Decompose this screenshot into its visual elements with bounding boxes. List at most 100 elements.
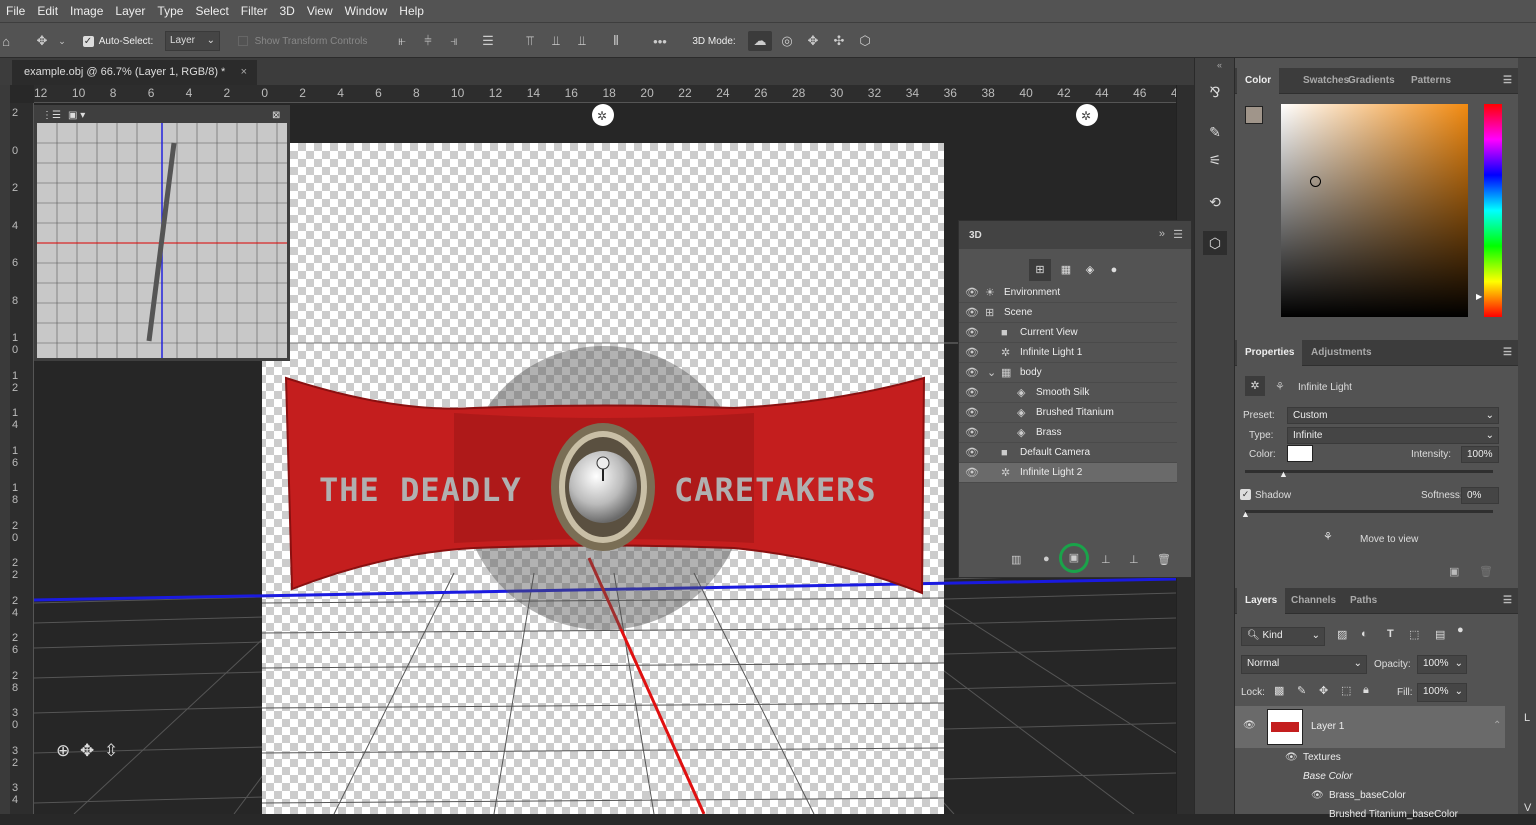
align-center-icon[interactable]: ⫩ — [420, 31, 436, 51]
add-new-object-button[interactable]: ▣ — [1059, 543, 1089, 573]
nav-pan-icon[interactable]: ✥ — [80, 741, 94, 760]
view-menu-icon[interactable]: ⋮☰ — [42, 110, 61, 121]
drag-icon[interactable]: ✥ — [802, 31, 824, 51]
scene-item-environment[interactable]: 👁︎ ☀ Environment — [959, 283, 1177, 303]
render-icon[interactable]: ▥ — [1011, 553, 1021, 566]
tab-gradients[interactable]: Gradients — [1348, 68, 1395, 94]
scene-item-scene[interactable]: 👁︎ ⊞ Scene — [959, 303, 1177, 323]
move-to-view-icon[interactable]: ⚘ — [1323, 530, 1333, 543]
softness-slider-handle[interactable]: ▲ — [1241, 509, 1250, 519]
lights-icon[interactable]: ⊥ — [1129, 553, 1139, 566]
color-field[interactable] — [1281, 104, 1468, 317]
drop-to-ground-icon[interactable]: ⊥ — [1101, 553, 1111, 566]
materials-filter-icon[interactable]: ◈ — [1079, 259, 1101, 281]
tab-patterns[interactable]: Patterns — [1411, 68, 1451, 94]
visibility-eye-icon[interactable]: 👁︎ — [965, 283, 979, 303]
nav-dolly-icon[interactable]: ⇳ — [104, 741, 118, 760]
type-filter-icon[interactable]: T — [1387, 628, 1394, 640]
more-options-button[interactable]: ••• — [648, 31, 672, 51]
slide-icon[interactable]: ✣ — [828, 31, 850, 51]
menu-3d[interactable]: 3D — [273, 0, 300, 22]
visibility-eye-icon[interactable]: 👁︎ — [965, 423, 979, 443]
pixel-filter-icon[interactable]: ▨ — [1337, 628, 1347, 641]
tab-paths[interactable]: Paths — [1350, 588, 1377, 614]
history-icon[interactable]: ⅋ — [1203, 80, 1227, 104]
intensity-input[interactable]: 100% — [1461, 446, 1499, 463]
rotate-icon[interactable]: ⟲ — [1203, 190, 1227, 214]
add-light-icon[interactable]: ● — [1043, 553, 1050, 565]
texture-row-titanium[interactable]: Brushed Titanium_baseColor — [1235, 807, 1505, 825]
scene-item-smooth-silk[interactable]: 👁︎ ◈ Smooth Silk — [959, 383, 1177, 403]
scene-item-default-camera[interactable]: 👁︎ ■ Default Camera — [959, 443, 1177, 463]
align-right-icon[interactable]: ⫣ — [446, 31, 462, 51]
properties-new-icon[interactable]: ▣ — [1449, 565, 1459, 578]
tab-channels[interactable]: Channels — [1291, 588, 1336, 614]
layer-name[interactable]: Layer 1 — [1311, 721, 1344, 732]
tab-layers[interactable]: Layers — [1237, 588, 1286, 614]
menu-edit[interactable]: Edit — [31, 0, 64, 22]
document-tab[interactable]: example.obj @ 66.7% (Layer 1, RGB/8) * × — [12, 60, 257, 85]
foreground-swatch[interactable] — [1245, 106, 1263, 124]
adjustments-icon[interactable]: ⚟ — [1203, 148, 1227, 172]
menu-help[interactable]: Help — [393, 0, 430, 22]
textures-row[interactable]: 👁︎ Textures — [1235, 750, 1505, 768]
lock-position-icon[interactable]: ✥ — [1319, 684, 1328, 697]
tab-swatches[interactable]: Swatches — [1303, 68, 1349, 94]
meshes-filter-icon[interactable]: ▦ — [1055, 259, 1077, 281]
menu-image[interactable]: Image — [64, 0, 109, 22]
texture-row-brass[interactable]: 👁︎ Brass_baseColor — [1235, 788, 1505, 806]
lock-all-icon[interactable]: 🔒︎ — [1363, 684, 1369, 697]
intensity-slider-handle[interactable]: ▲ — [1279, 469, 1288, 479]
filter-toggle-icon[interactable]: ● — [1457, 624, 1464, 636]
delete-icon[interactable]: 🗑 — [1157, 553, 1171, 566]
view-camera-select-icon[interactable]: ▣ ▾ — [68, 110, 85, 121]
adjustment-filter-icon[interactable]: ◐ — [1361, 628, 1368, 640]
align-middle-icon[interactable]: ⫫ — [548, 31, 564, 51]
panel-menu-icon[interactable]: ☰ — [1173, 228, 1183, 241]
move-tool-icon[interactable]: ✥ — [30, 31, 54, 51]
color-picker-handle[interactable] — [1310, 176, 1321, 187]
scene-item-brushed-titanium[interactable]: 👁︎ ◈ Brushed Titanium — [959, 403, 1177, 423]
collapse-panel-icon[interactable]: » — [1159, 228, 1165, 240]
light-color-swatch[interactable] — [1287, 445, 1313, 462]
tab-properties[interactable]: Properties — [1237, 340, 1303, 366]
textures-eye-icon[interactable]: 👁︎ — [1285, 752, 1298, 763]
visibility-eye-icon[interactable]: 👁︎ — [965, 303, 979, 323]
color-panel-menu-icon[interactable]: ☰ — [1503, 68, 1512, 94]
shape-filter-icon[interactable]: ⬚ — [1409, 628, 1419, 641]
shadow-checkbox[interactable]: ✓ — [1240, 489, 1251, 500]
scene-item-infinite-light-2[interactable]: 👁︎ ✲ Infinite Light 2 — [959, 463, 1177, 483]
scene-item-body[interactable]: 👁︎ ⌄ ▦ body — [959, 363, 1177, 383]
layers-menu-icon[interactable]: ☰ — [1503, 588, 1512, 614]
chevron-up-icon[interactable]: ⌃ — [1493, 720, 1501, 731]
softness-input[interactable]: 0% — [1461, 487, 1499, 504]
visibility-eye-icon[interactable]: 👁︎ — [965, 463, 979, 483]
scene-item-brass[interactable]: 👁︎ ◈ Brass — [959, 423, 1177, 443]
scene-item-current-view[interactable]: 👁︎ ■ Current View — [959, 323, 1177, 343]
orbit-icon[interactable]: ☁ — [748, 31, 772, 51]
menu-select[interactable]: Select — [189, 0, 234, 22]
visibility-eye-icon[interactable]: 👁︎ — [965, 383, 979, 403]
transform-checkbox[interactable] — [238, 31, 248, 51]
menu-window[interactable]: Window — [339, 0, 394, 22]
menu-layer[interactable]: Layer — [109, 0, 151, 22]
lock-pixels-icon[interactable]: ✎ — [1297, 684, 1306, 697]
expand-chevron-icon[interactable]: ⌄ — [987, 363, 996, 383]
lights-filter-icon[interactable]: ● — [1103, 259, 1125, 281]
align-left-icon[interactable]: ⫦ — [394, 31, 410, 51]
tab-adjustments[interactable]: Adjustments — [1311, 340, 1372, 366]
menu-type[interactable]: Type — [151, 0, 189, 22]
fill-input[interactable]: 100% ⌄ — [1417, 683, 1467, 702]
visibility-eye-icon[interactable]: 👁︎ — [965, 343, 979, 363]
lock-artboard-icon[interactable]: ⬚ — [1341, 684, 1351, 697]
type-dropdown[interactable]: Infinite ⌄ — [1287, 427, 1499, 444]
view-close-icon[interactable]: ⊠ — [272, 110, 280, 121]
visibility-eye-icon[interactable]: 👁︎ — [965, 363, 979, 383]
menu-view[interactable]: View — [301, 0, 339, 22]
preset-dropdown[interactable]: Custom ⌄ — [1287, 407, 1499, 424]
base-color-row[interactable]: Base Color — [1235, 769, 1505, 787]
layer-row-layer-1[interactable]: 👁︎ Layer 1 ⌃ — [1235, 706, 1505, 748]
tab-color[interactable]: Color — [1237, 68, 1280, 94]
3d-icon[interactable]: ⬡ — [1203, 231, 1227, 255]
close-tab-icon[interactable]: × — [241, 60, 247, 85]
